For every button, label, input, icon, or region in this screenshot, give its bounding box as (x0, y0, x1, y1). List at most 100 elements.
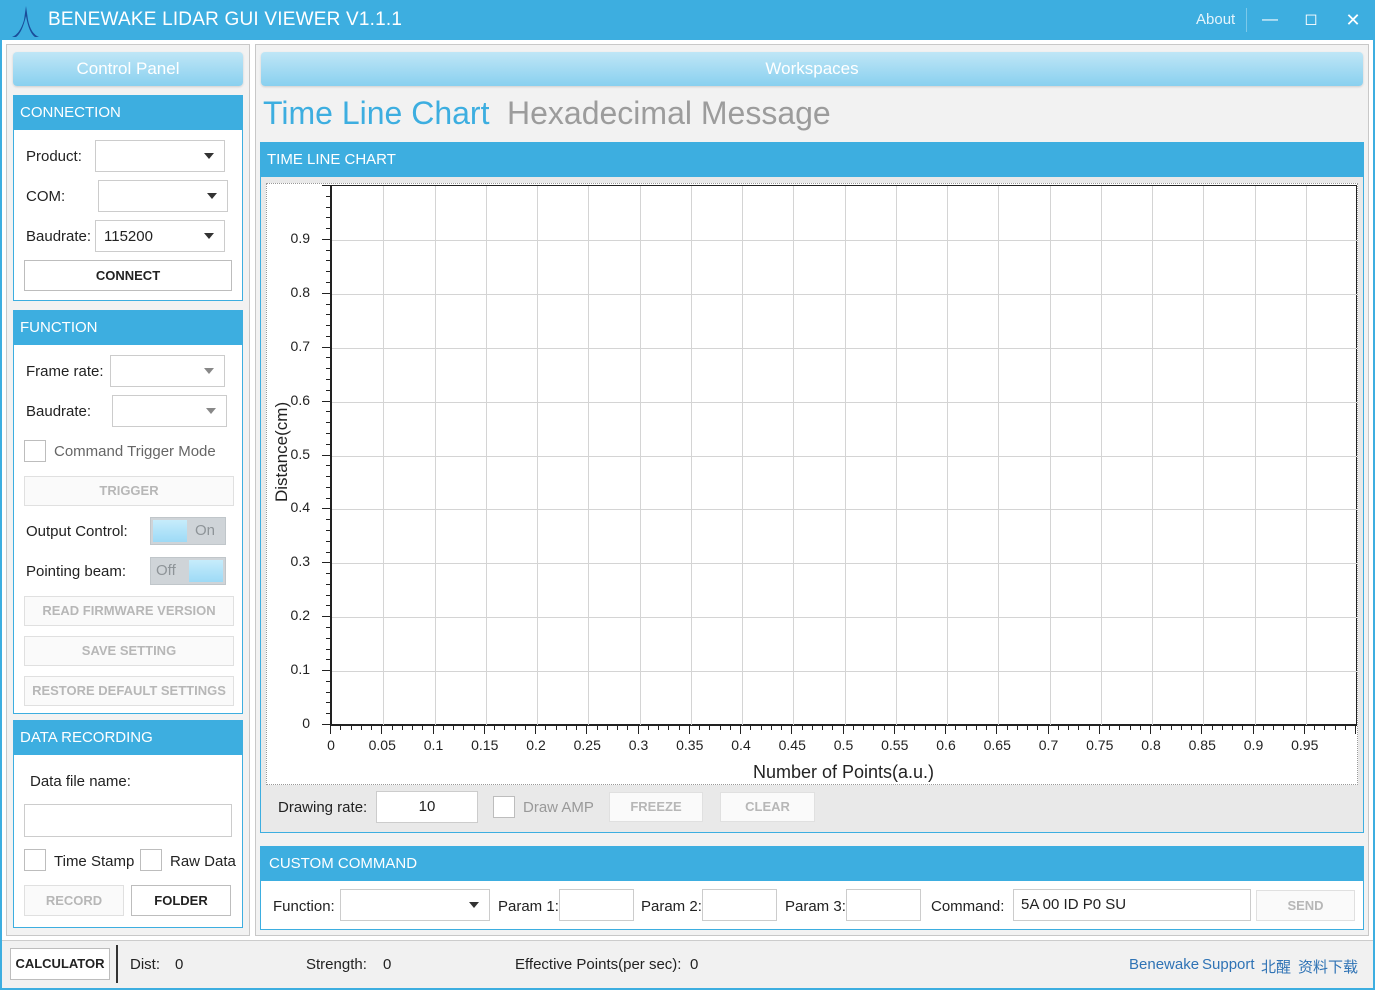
x-tick-mark (1027, 726, 1028, 730)
x-tick-mark (1037, 726, 1039, 730)
y-tick-mark (326, 583, 330, 585)
x-tick-mark (1252, 726, 1254, 734)
com-select[interactable] (98, 180, 228, 212)
param1-input[interactable] (559, 889, 634, 921)
x-tick-label: 0.6 (936, 737, 956, 753)
x-tick-mark (565, 726, 567, 730)
x-tick-mark (893, 726, 895, 734)
support-link-beixing[interactable]: 北醒 (1261, 956, 1291, 977)
trigger-button[interactable]: TRIGGER (24, 476, 234, 506)
function-select[interactable] (340, 889, 490, 921)
x-tick-mark (637, 726, 639, 734)
save-setting-button[interactable]: SAVE SETTING (24, 636, 234, 666)
baudrate-label: Baudrate: (26, 228, 92, 245)
x-tick-mark (1088, 726, 1090, 730)
read-firmware-button[interactable]: READ FIRMWARE VERSION (24, 596, 234, 626)
y-tick-mark (326, 206, 330, 208)
function-label: Function: (273, 898, 335, 915)
minimize-button[interactable]: — (1256, 6, 1284, 34)
maximize-button[interactable]: ◻ (1297, 6, 1325, 34)
x-tick-mark (504, 726, 506, 730)
x-tick-mark (545, 726, 547, 730)
tab-time-line-chart[interactable]: Time Line Chart (263, 95, 489, 132)
x-tick-label: 0.65 (983, 737, 1011, 753)
x-tick-mark (1057, 726, 1059, 730)
support-link-benewake[interactable]: Benewake (1129, 956, 1199, 973)
raw-data-checkbox[interactable] (140, 849, 162, 871)
y-tick-mark (326, 497, 330, 499)
x-tick-mark (1242, 726, 1244, 730)
clear-button[interactable]: CLEAR (720, 792, 815, 822)
y-tick-mark (326, 217, 330, 219)
x-tick-mark (996, 726, 998, 734)
x-tick-label: 0.9 (1243, 737, 1264, 753)
x-tick-mark (381, 726, 383, 734)
x-tick-mark (688, 726, 690, 734)
x-tick-label: 0.55 (881, 737, 909, 753)
freeze-button[interactable]: FREEZE (609, 792, 703, 822)
x-tick-mark (330, 726, 331, 734)
y-tick-mark (326, 648, 330, 650)
pointing-beam-toggle[interactable]: Off (150, 557, 226, 585)
x-tick-mark (781, 726, 782, 730)
y-tick-mark (326, 314, 330, 316)
x-tick-label: 0.2 (526, 737, 546, 753)
time-line-chart-header: TIME LINE CHART (261, 143, 1363, 177)
baudrate-select[interactable]: 115200 (95, 220, 225, 252)
tab-hexadecimal-message[interactable]: Hexadecimal Message (507, 95, 831, 132)
draw-amp-checkbox[interactable] (493, 796, 515, 818)
send-button[interactable]: SEND (1256, 890, 1355, 921)
param2-input[interactable] (702, 889, 777, 921)
command-input[interactable]: 5A 00 ID P0 SU (1013, 889, 1251, 921)
y-tick-mark (322, 562, 330, 564)
function-baudrate-select[interactable] (112, 395, 227, 427)
restore-default-button[interactable]: RESTORE DEFAULT SETTINGS (24, 676, 234, 706)
x-tick-mark (1139, 726, 1141, 730)
drawing-rate-label: Drawing rate: (278, 799, 368, 816)
product-select[interactable] (95, 140, 225, 172)
output-control-toggle[interactable]: On (150, 517, 226, 545)
y-tick-mark (322, 292, 330, 294)
drawing-rate-input[interactable]: 10 (376, 791, 478, 823)
dist-value: 0 (175, 956, 184, 973)
x-axis-label: Number of Points(a.u.) (752, 762, 935, 782)
y-tick-mark (326, 379, 330, 381)
calculator-button[interactable]: CALCULATOR (10, 948, 110, 980)
x-tick-mark (1016, 726, 1018, 730)
title-bar: BENEWAKE LIDAR GUI VIEWER V1.1.1 About —… (0, 0, 1375, 40)
support-link-downloads[interactable]: 资料下载 (1298, 956, 1358, 977)
x-tick-mark (514, 726, 516, 730)
connect-button[interactable]: CONNECT (24, 260, 232, 291)
x-tick-mark (1314, 726, 1315, 730)
record-button[interactable]: RECORD (24, 885, 124, 916)
time-stamp-checkbox[interactable] (24, 849, 46, 871)
folder-button[interactable]: FOLDER (131, 885, 231, 916)
grid-line-horizontal (332, 401, 1357, 403)
y-tick-mark (326, 228, 330, 230)
x-tick-mark (1232, 726, 1233, 730)
frame-rate-select[interactable] (110, 355, 225, 387)
x-tick-label: 0.8 (1141, 737, 1161, 753)
y-tick-label: 0.9 (290, 229, 310, 246)
data-file-name-input[interactable] (24, 804, 232, 837)
support-link-support[interactable]: Support (1202, 956, 1255, 973)
function-baudrate-label: Baudrate: (26, 403, 92, 420)
data-file-name-label: Data file name: (30, 773, 131, 790)
command-trigger-checkbox[interactable] (24, 440, 46, 462)
plot-area[interactable] (330, 185, 1357, 726)
y-tick-mark (326, 529, 330, 531)
about-link[interactable]: About (1196, 11, 1235, 28)
param3-input[interactable] (846, 889, 921, 921)
x-tick-mark (524, 726, 526, 730)
y-tick-mark (326, 573, 330, 575)
x-tick-mark (1180, 726, 1182, 730)
x-tick-mark (1201, 726, 1203, 734)
y-tick-mark (326, 325, 330, 327)
y-tick-label: 0.7 (290, 337, 310, 354)
draw-amp-label: Draw AMP (523, 799, 594, 816)
close-button[interactable]: ✕ (1339, 6, 1367, 34)
y-tick-mark (322, 724, 330, 725)
x-tick-label: 0 (327, 737, 335, 753)
x-tick-label: 0.3 (628, 737, 649, 753)
connection-header: CONNECTION (14, 96, 242, 130)
